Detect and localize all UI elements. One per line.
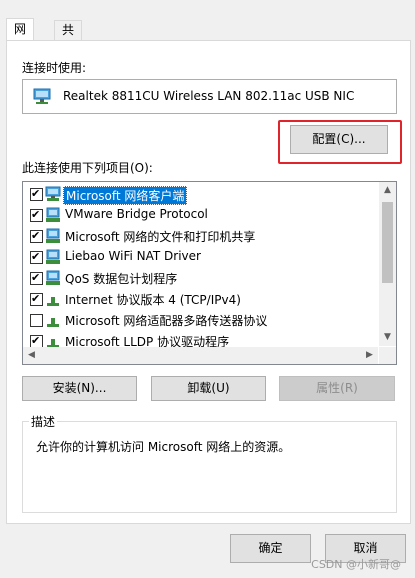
uninstall-button[interactable]: 卸载(U) xyxy=(151,376,266,401)
network-client-icon xyxy=(45,186,61,205)
items-label: 此连接使用下列项目(O): xyxy=(22,161,153,175)
list-item[interactable]: Microsoft 网络适配器多路传送器协议 xyxy=(23,310,378,331)
connect-using-label: 连接时使用: xyxy=(22,61,87,75)
horizontal-scrollbar[interactable]: ◀ ▶ xyxy=(23,347,378,364)
description-label: 描述 xyxy=(29,413,58,430)
list-item-label: VMware Bridge Protocol xyxy=(65,207,208,221)
network-service-icon xyxy=(45,228,61,247)
scroll-left-icon[interactable]: ◀ xyxy=(23,347,40,364)
item-checkbox[interactable]: ✔ xyxy=(30,208,43,222)
vertical-scrollbar[interactable]: ▲ ▼ xyxy=(379,182,396,346)
item-checkbox[interactable]: ✔ xyxy=(30,187,43,201)
adapter-display: Realtek 8811CU Wireless LAN 802.11ac USB… xyxy=(22,79,397,114)
ok-button[interactable]: 确定 xyxy=(230,534,311,563)
watermark: CSDN @小新哥@ xyxy=(311,558,401,571)
item-checkbox[interactable]: ✔ xyxy=(30,250,43,264)
list-item[interactable]: ✔ Liebao WiFi NAT Driver xyxy=(23,247,378,268)
scroll-up-icon[interactable]: ▲ xyxy=(379,182,396,199)
checkmark-icon: ✔ xyxy=(31,229,41,242)
list-item-label: Microsoft 网络客户端 xyxy=(63,186,188,205)
item-checkbox[interactable] xyxy=(30,314,43,327)
checkmark-icon: ✔ xyxy=(31,208,41,221)
network-tab-panel: 连接时使用: Realtek 8811CU Wireless LAN 802.1… xyxy=(6,40,411,524)
network-service-icon xyxy=(45,249,61,268)
list-item[interactable]: ✔ Microsoft 网络客户端 xyxy=(23,184,378,205)
configure-button[interactable]: 配置(C)... xyxy=(290,125,388,154)
item-checkbox[interactable]: ✔ xyxy=(30,229,43,243)
list-item[interactable]: ✔ VMware Bridge Protocol xyxy=(23,205,378,226)
protocol-icon xyxy=(45,312,61,331)
checkmark-icon: ✔ xyxy=(31,292,41,305)
checkmark-icon: ✔ xyxy=(31,250,41,263)
item-checkbox[interactable]: ✔ xyxy=(30,271,43,285)
list-item-label: QoS 数据包计划程序 xyxy=(65,272,178,286)
tab-network[interactable]: 网络 xyxy=(6,18,35,57)
list-item[interactable]: ✔ QoS 数据包计划程序 xyxy=(23,268,378,289)
install-button[interactable]: 安装(N)... xyxy=(22,376,137,401)
adapter-name: Realtek 8811CU Wireless LAN 802.11ac USB… xyxy=(63,89,355,103)
list-item-label: Microsoft 网络适配器多路传送器协议 xyxy=(65,314,268,328)
list-item-label: Internet 协议版本 4 (TCP/IPv4) xyxy=(65,293,241,307)
description-text: 允许你的计算机访问 Microsoft 网络上的资源。 xyxy=(36,440,291,454)
tab-sharing[interactable]: 共享 xyxy=(54,20,83,56)
scroll-right-icon[interactable]: ▶ xyxy=(361,347,378,364)
list-item-label: Liebao WiFi NAT Driver xyxy=(65,249,201,263)
network-adapter-icon xyxy=(33,88,51,107)
vertical-scroll-thumb[interactable] xyxy=(382,202,393,283)
scrollbar-corner xyxy=(379,347,396,364)
item-checkbox[interactable]: ✔ xyxy=(30,292,43,306)
network-service-icon xyxy=(45,207,61,226)
network-service-icon xyxy=(45,270,61,289)
checkmark-icon: ✔ xyxy=(31,271,41,284)
description-group: 描述 允许你的计算机访问 Microsoft 网络上的资源。 xyxy=(22,413,397,513)
protocol-icon xyxy=(45,291,61,310)
list-item[interactable]: ✔ Internet 协议版本 4 (TCP/IPv4) xyxy=(23,289,378,310)
list-item[interactable]: ✔ Microsoft 网络的文件和打印机共享 xyxy=(23,226,378,247)
list-item-label: Microsoft 网络的文件和打印机共享 xyxy=(65,230,256,244)
checkmark-icon: ✔ xyxy=(31,187,41,200)
scroll-down-icon[interactable]: ▼ xyxy=(379,329,396,346)
properties-button[interactable]: 属性(R) xyxy=(279,376,395,401)
components-list[interactable]: ✔ Microsoft 网络客户端 ✔ VMware Bridge Protocol ✔… xyxy=(22,181,397,365)
